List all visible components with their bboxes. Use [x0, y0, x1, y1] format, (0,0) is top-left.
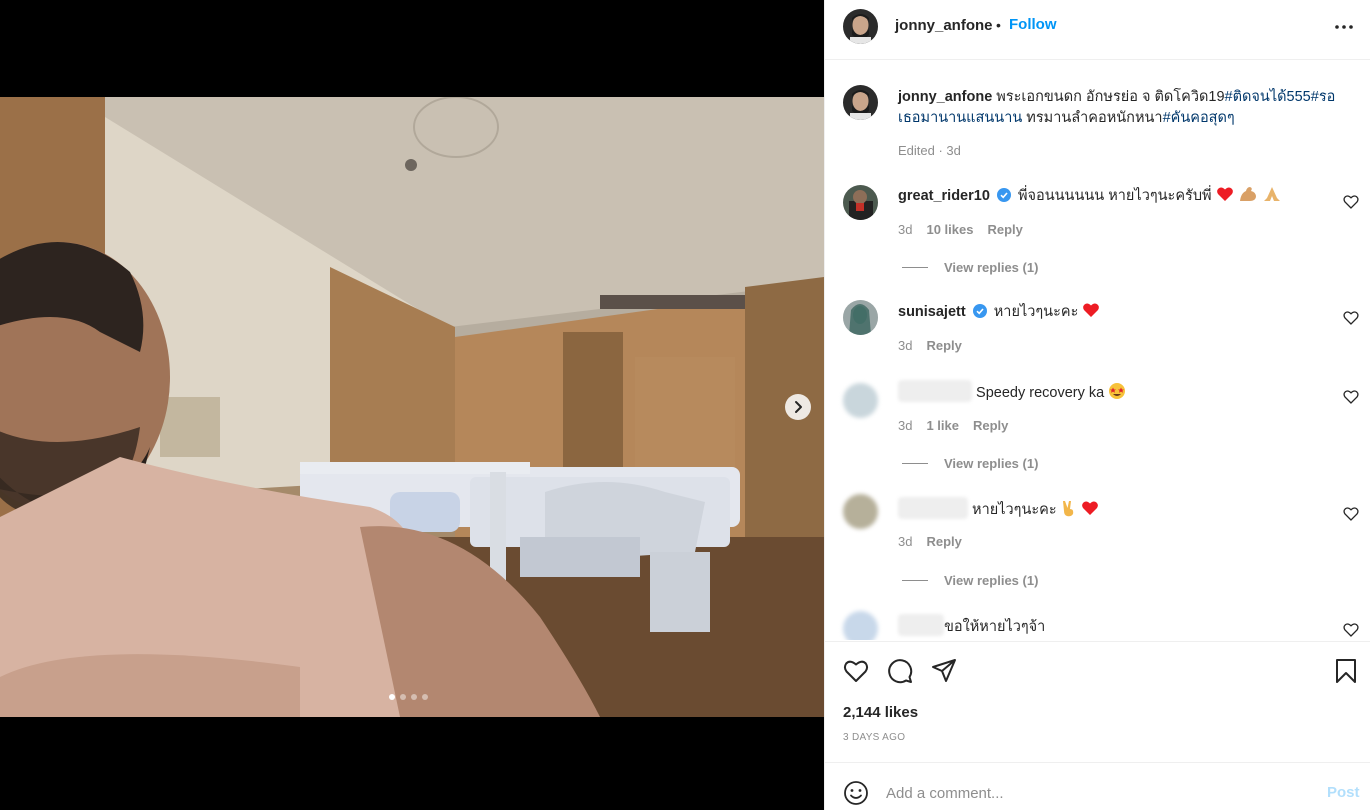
profile-photo — [843, 9, 878, 44]
next-image-button[interactable] — [785, 394, 811, 420]
reply-button[interactable]: Reply — [987, 222, 1022, 237]
post-media — [0, 0, 824, 810]
comment-body: Speedy recovery ka — [976, 385, 1105, 401]
comment-text: ขอให้หายไวๆจ้า — [898, 614, 1045, 638]
view-replies-button[interactable]: View replies (1) — [902, 573, 1038, 588]
carousel-indicator — [389, 694, 428, 700]
post-photo[interactable] — [0, 97, 824, 717]
comment-meta: 3d 10 likes Reply — [898, 222, 1037, 237]
comments-list[interactable]: jonny_anfone พระเอกขนดก อักษรย่อ จ ติดโค… — [825, 61, 1370, 640]
profile-photo — [843, 185, 878, 220]
heart-emoji-icon — [1216, 187, 1233, 201]
comment-likes[interactable]: 1 like — [926, 418, 959, 433]
bookmark-icon[interactable] — [1333, 658, 1359, 684]
emoji-picker-icon[interactable] — [843, 780, 869, 806]
avatar[interactable] — [843, 611, 878, 640]
view-replies-button[interactable]: View replies (1) — [902, 456, 1038, 471]
caption-text: พระเอกขนดก อักษรย่อ จ ติดโควิด19 — [992, 89, 1225, 105]
caption-text: ทรมานลำคอหนักหนา — [1022, 110, 1163, 126]
comment-body: หายไวๆนะคะ — [972, 502, 1057, 518]
like-comment-heart-icon[interactable] — [1343, 389, 1359, 405]
verified-badge-icon — [972, 304, 987, 318]
hashtag-link[interactable]: #ติดจนได้555 — [1225, 89, 1311, 105]
reply-button[interactable]: Reply — [926, 534, 961, 549]
victory-hand-emoji-icon — [1062, 501, 1073, 517]
flexed-biceps-emoji-icon — [1239, 187, 1256, 201]
avatar[interactable] — [843, 300, 878, 335]
post-side-panel: jonny_anfone • Follow jonny_anfone พระเอ… — [824, 0, 1370, 810]
avatar[interactable] — [843, 185, 878, 220]
caption-username[interactable]: jonny_anfone — [898, 89, 992, 105]
comment-username[interactable]: great_rider10 — [898, 188, 990, 204]
comment-icon[interactable] — [887, 658, 913, 684]
view-replies-label: View replies (1) — [944, 573, 1039, 588]
like-comment-heart-icon[interactable] — [1343, 506, 1359, 522]
comment-age: 3d — [898, 338, 913, 353]
heart-icon[interactable] — [843, 658, 869, 684]
more-horizontal-icon — [1335, 25, 1353, 29]
caption-meta: Edited · 3d — [898, 143, 961, 158]
blurred-username — [898, 614, 944, 636]
comment-age: 3d — [898, 534, 913, 549]
comment-age: 3d — [898, 418, 913, 433]
hospital-selfie-image — [0, 97, 824, 717]
heart-emoji-icon — [1083, 303, 1100, 317]
avatar[interactable] — [843, 494, 878, 529]
like-comment-heart-icon[interactable] — [1343, 310, 1359, 326]
separator-dot: • — [996, 17, 1001, 33]
share-icon[interactable] — [931, 658, 957, 684]
hashtag-link[interactable]: #คันคอสุดๆ — [1163, 110, 1235, 126]
carousel-dot — [400, 694, 406, 700]
comment-text: หายไวๆนะคะ — [898, 497, 1099, 521]
like-comment-heart-icon[interactable] — [1343, 622, 1359, 638]
like-comment-heart-icon[interactable] — [1343, 194, 1359, 210]
comment-meta: 3d Reply — [898, 338, 976, 353]
comment-likes[interactable]: 10 likes — [926, 222, 973, 237]
blurred-username — [898, 380, 972, 402]
post-author-username[interactable]: jonny_anfone — [895, 17, 993, 34]
more-options-button[interactable] — [1333, 16, 1355, 38]
folded-hands-emoji-icon — [1263, 187, 1280, 201]
avatar[interactable] — [843, 85, 878, 120]
view-replies-label: View replies (1) — [944, 260, 1039, 275]
carousel-dot — [411, 694, 417, 700]
view-replies-label: View replies (1) — [944, 456, 1039, 471]
comment-username[interactable]: sunisajett — [898, 304, 966, 320]
reply-button[interactable]: Reply — [973, 418, 1008, 433]
comment-input[interactable] — [886, 780, 1306, 806]
comment-body: ขอให้หายไวๆจ้า — [944, 619, 1046, 635]
follow-button[interactable]: Follow — [1009, 16, 1057, 33]
likes-count[interactable]: 2,144 likes — [843, 704, 918, 721]
comment-age: 3d — [898, 222, 913, 237]
avatar[interactable] — [843, 9, 878, 44]
carousel-dot — [422, 694, 428, 700]
post-timestamp: 3 DAYS AGO — [843, 732, 906, 743]
profile-photo — [843, 85, 878, 120]
comment-text: sunisajett หายไวๆนะคะ — [898, 301, 1100, 323]
avatar[interactable] — [843, 383, 878, 418]
add-comment-bar: Post — [825, 762, 1370, 810]
heart-emoji-icon — [1081, 501, 1098, 515]
comment-body: พี่จอนนนนนน หายไวๆนะครับพี่ — [1017, 188, 1212, 204]
comment-meta: 3d 1 like Reply — [898, 418, 1022, 433]
divider — [902, 463, 928, 464]
star-struck-emoji-icon — [1109, 383, 1126, 399]
divider — [902, 580, 928, 581]
divider — [902, 267, 928, 268]
view-replies-button[interactable]: View replies (1) — [902, 260, 1038, 275]
verified-badge-icon — [996, 188, 1011, 202]
reply-button[interactable]: Reply — [926, 338, 961, 353]
post-actions: 2,144 likes 3 DAYS AGO — [825, 641, 1370, 762]
profile-photo — [843, 300, 878, 335]
blurred-username — [898, 497, 968, 519]
comment-text: Speedy recovery ka — [898, 380, 1126, 404]
post-header: jonny_anfone • Follow — [825, 0, 1370, 60]
chevron-right-icon — [795, 401, 802, 413]
comment-text: great_rider10 พี่จอนนนนนน หายไวๆนะครับพี… — [898, 185, 1282, 207]
carousel-dot — [389, 694, 395, 700]
post-caption: jonny_anfone พระเอกขนดก อักษรย่อ จ ติดโค… — [898, 87, 1348, 129]
comment-body: หายไวๆนะคะ — [993, 304, 1079, 320]
comment-meta: 3d Reply — [898, 534, 976, 549]
post-comment-button[interactable]: Post — [1327, 784, 1360, 801]
